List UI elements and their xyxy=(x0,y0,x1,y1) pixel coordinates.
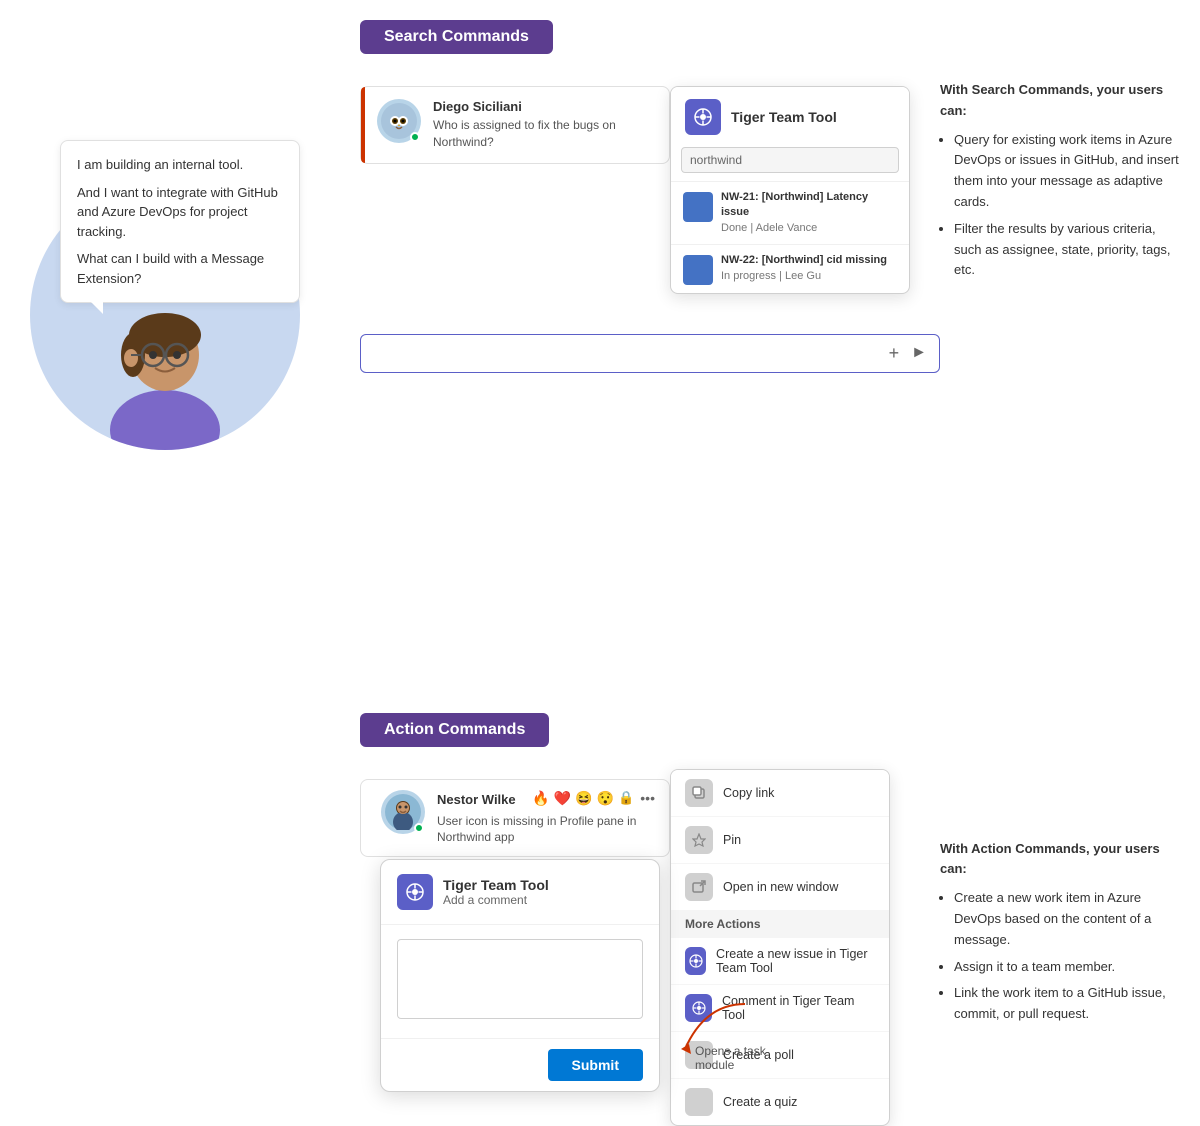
quiz-icon xyxy=(685,1088,713,1116)
action-description-panel: With Action Commands, your users can: Cr… xyxy=(940,839,1180,1031)
action-bullet-3: Link the work item to a GitHub issue, co… xyxy=(954,983,1180,1025)
avatar-section: I am building an internal tool. And I wa… xyxy=(30,80,330,450)
result-icon-1 xyxy=(683,192,713,222)
task-module-icon xyxy=(397,874,433,910)
main-content: Search Commands xyxy=(360,20,1180,857)
comment-textarea[interactable] xyxy=(397,939,643,1019)
search-input-display: northwind xyxy=(681,147,899,173)
quiz-label: Create a quiz xyxy=(723,1095,797,1109)
menu-item-pin[interactable]: Pin xyxy=(671,817,889,864)
result-title-2: NW-22: [Northwind] cid missing xyxy=(721,253,887,268)
bubble-line-3: What can I build with a Message Extensio… xyxy=(77,249,283,288)
nestor-name: Nestor Wilke xyxy=(437,792,516,807)
result-item-2[interactable]: NW-22: [Northwind] cid missing In progre… xyxy=(671,244,909,293)
action-commands-section: Action Commands xyxy=(360,713,1180,858)
action-bullets: Create a new work item in Azure DevOps b… xyxy=(940,888,1180,1025)
diego-name: Diego Siciliani xyxy=(433,99,653,114)
teams-search-popup: Tiger Team Tool northwind NW-21: [Northw… xyxy=(670,86,910,294)
task-module-footer: Submit xyxy=(381,1038,659,1091)
bubble-line-1: I am building an internal tool. xyxy=(77,155,283,175)
result-text-2: NW-22: [Northwind] cid missing In progre… xyxy=(721,253,887,284)
result-sub-2: In progress | Lee Gu xyxy=(721,269,887,284)
menu-item-quiz[interactable]: Create a quiz xyxy=(671,1079,889,1125)
action-desc-title: With Action Commands, your users can: xyxy=(940,839,1180,881)
result-text-1: NW-21: [Northwind] Latency issue Done | … xyxy=(721,190,897,236)
diego-avatar xyxy=(377,99,421,143)
pin-label: Pin xyxy=(723,833,741,847)
result-icon-2 xyxy=(683,255,713,285)
send-icon[interactable]: ► xyxy=(911,344,927,362)
result-title-1: NW-21: [Northwind] Latency issue xyxy=(721,190,897,221)
reaction-wow: 😯 xyxy=(597,790,614,807)
online-status-dot xyxy=(410,132,420,142)
task-module-header: Tiger Team Tool Add a comment xyxy=(381,860,659,925)
copy-link-label: Copy link xyxy=(723,786,774,800)
action-bullet-1: Create a new work item in Azure DevOps b… xyxy=(954,888,1180,950)
tiger-team-icon xyxy=(685,99,721,135)
opens-task-label: Opens a task module xyxy=(695,1044,785,1072)
nestor-chat-info: Nestor Wilke 🔥 ❤️ 😆 😯 🔒 ••• User icon is… xyxy=(437,790,655,847)
red-bar xyxy=(361,87,365,163)
message-composer[interactable]: + ► xyxy=(360,334,940,373)
nestor-status-dot xyxy=(414,823,424,833)
composer-icons: + ► xyxy=(889,343,927,364)
task-module-body xyxy=(381,925,659,1038)
submit-button[interactable]: Submit xyxy=(548,1049,643,1081)
task-module-title-group: Tiger Team Tool Add a comment xyxy=(443,877,549,907)
create-issue-icon xyxy=(685,947,706,975)
copy-icon xyxy=(685,779,713,807)
menu-item-copy[interactable]: Copy link xyxy=(671,770,889,817)
reaction-fire: 🔥 xyxy=(532,790,549,807)
context-menu: Copy link Pin xyxy=(670,769,890,1126)
diego-chat-info: Diego Siciliani Who is assigned to fix t… xyxy=(433,99,653,151)
result-item-1[interactable]: NW-21: [Northwind] Latency issue Done | … xyxy=(671,181,909,244)
search-commands-label: Search Commands xyxy=(360,20,553,54)
nestor-avatar xyxy=(381,790,425,834)
menu-item-create-issue[interactable]: Create a new issue in Tiger Team Tool xyxy=(671,938,889,985)
reaction-heart: ❤️ xyxy=(554,790,571,807)
search-desc-title: With Search Commands, your users can: xyxy=(940,80,1180,122)
task-module: Tiger Team Tool Add a comment Submit xyxy=(380,859,660,1092)
search-bullets: Query for existing work items in Azure D… xyxy=(940,130,1180,282)
diego-message: Who is assigned to fix the bugs on North… xyxy=(433,117,653,151)
search-chat-card: Diego Siciliani Who is assigned to fix t… xyxy=(360,86,670,164)
reaction-laugh: 😆 xyxy=(575,790,592,807)
nestor-message: User icon is missing in Profile pane in … xyxy=(437,813,655,847)
speech-bubble: I am building an internal tool. And I wa… xyxy=(60,140,300,303)
action-chat-card: Nestor Wilke 🔥 ❤️ 😆 😯 🔒 ••• User icon is… xyxy=(360,779,670,858)
task-module-subtitle: Add a comment xyxy=(443,893,549,907)
menu-item-open[interactable]: Open in new window xyxy=(671,864,889,910)
open-window-label: Open in new window xyxy=(723,880,838,894)
plus-icon[interactable]: + xyxy=(889,343,900,364)
reaction-lock: 🔒 xyxy=(618,790,634,806)
opens-task-annotation: Opens a task module xyxy=(665,994,785,1069)
tiger-team-app-name: Tiger Team Tool xyxy=(731,109,837,125)
open-window-icon xyxy=(685,873,713,901)
task-module-app-name: Tiger Team Tool xyxy=(443,877,549,893)
action-bullet-2: Assign it to a team member. xyxy=(954,957,1180,978)
bubble-line-2: And I want to integrate with GitHub and … xyxy=(77,183,283,242)
search-bullet-2: Filter the results by various criteria, … xyxy=(954,219,1180,281)
more-reactions-btn[interactable]: ••• xyxy=(640,790,655,806)
pin-icon xyxy=(685,826,713,854)
search-description-panel: With Search Commands, your users can: Qu… xyxy=(940,80,1180,287)
search-bullet-1: Query for existing work items in Azure D… xyxy=(954,130,1180,213)
more-actions-header: More Actions xyxy=(671,910,889,938)
search-commands-section: Search Commands xyxy=(360,20,1180,373)
teams-popup-header: Tiger Team Tool xyxy=(671,87,909,147)
result-sub-1: Done | Adele Vance xyxy=(721,221,897,236)
action-commands-label: Action Commands xyxy=(360,713,549,747)
reactions-bar: 🔥 ❤️ 😆 😯 🔒 ••• xyxy=(532,790,655,807)
create-issue-label: Create a new issue in Tiger Team Tool xyxy=(716,947,875,975)
